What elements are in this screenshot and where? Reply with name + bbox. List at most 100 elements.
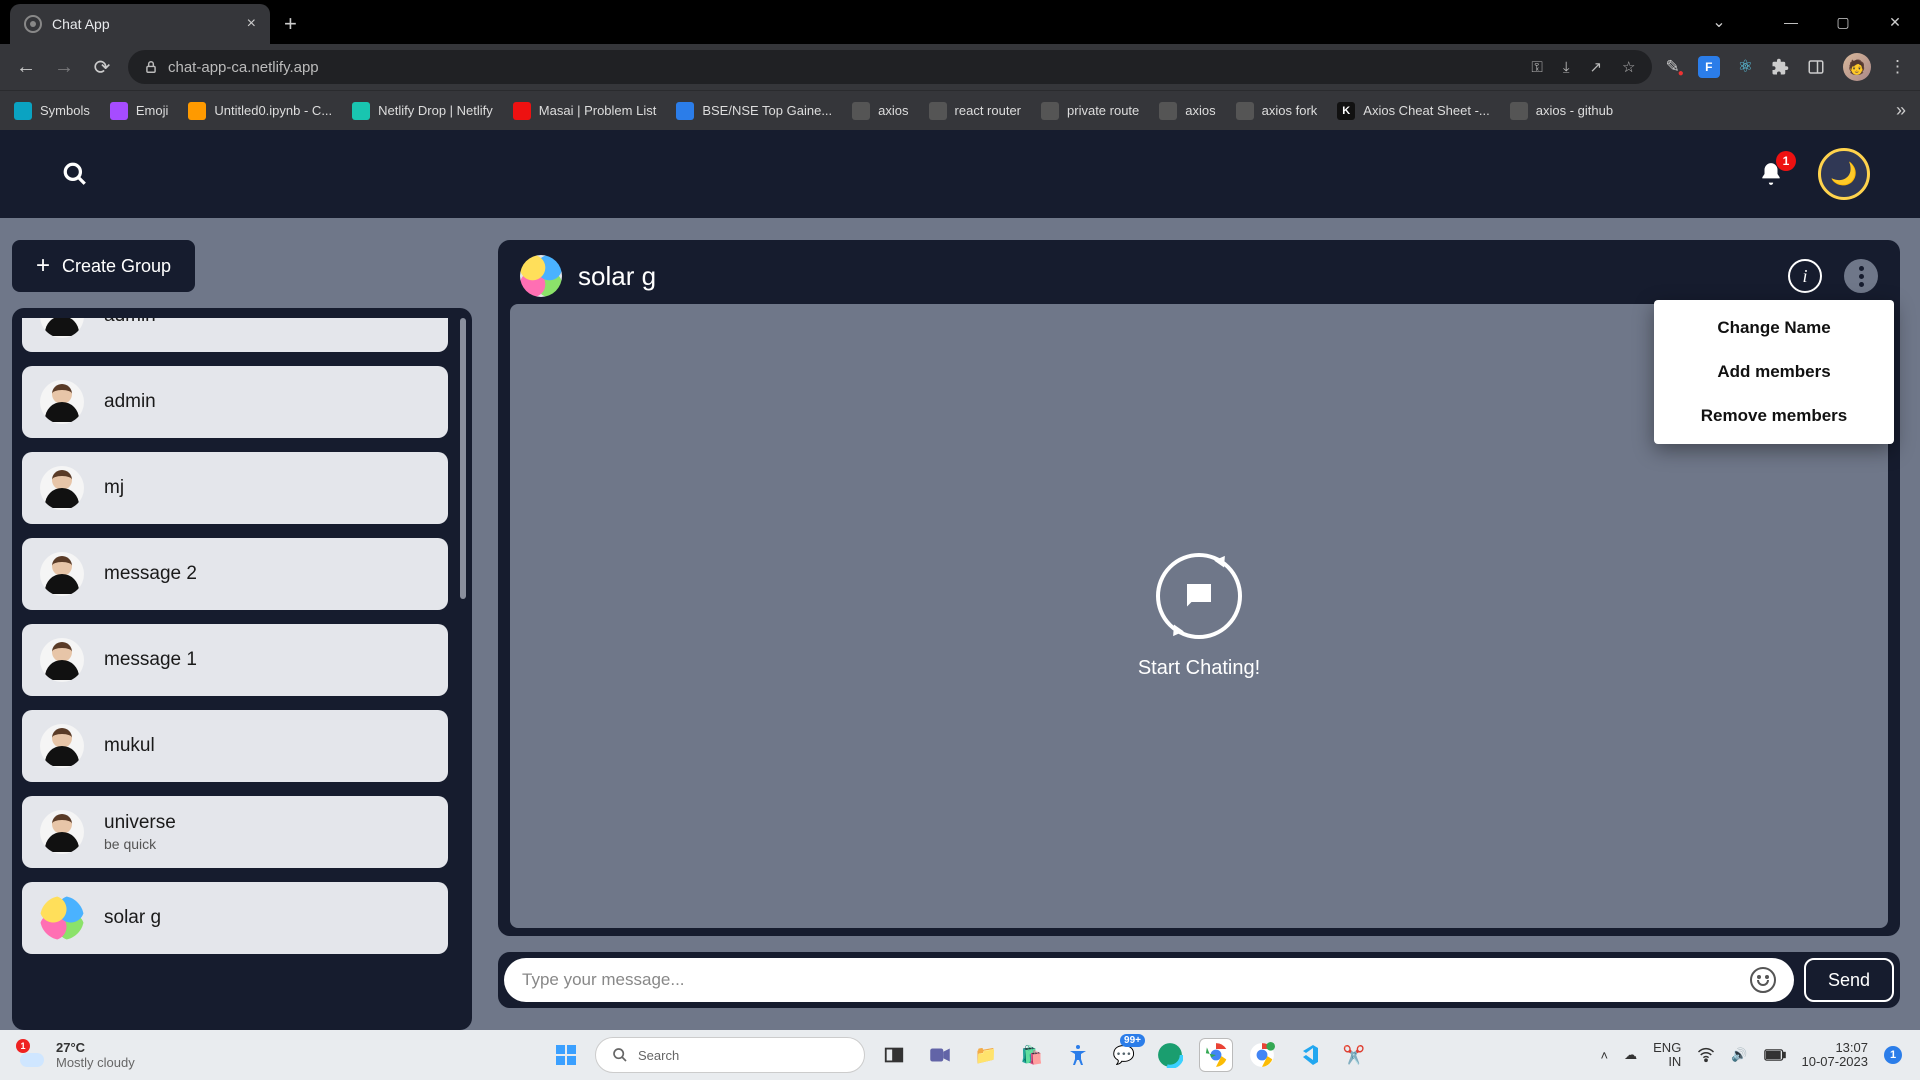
start-chat-icon [1156, 553, 1242, 639]
weather-widget[interactable]: 1 27°C Mostly cloudy [18, 1040, 135, 1070]
tab-title: Chat App [52, 16, 110, 32]
wifi-icon[interactable] [1697, 1046, 1715, 1064]
bookmark-item[interactable]: axios - github [1510, 102, 1613, 120]
chat-icon[interactable]: 💬99+ [1107, 1038, 1141, 1072]
app-body: + Create Group admin admin mj message 2 mess… [0, 218, 1920, 1030]
chrome-icon[interactable] [1199, 1038, 1233, 1072]
side-panel-icon[interactable] [1807, 58, 1825, 76]
conversation-item[interactable]: message 2 [22, 538, 448, 610]
bookmark-item[interactable]: axios [852, 102, 908, 120]
start-button[interactable] [549, 1038, 583, 1072]
task-view-icon[interactable] [877, 1038, 911, 1072]
onedrive-icon[interactable]: ☁ [1624, 1047, 1637, 1063]
taskbar-search[interactable]: Search [595, 1037, 865, 1073]
key-icon[interactable]: ⚿ [1531, 59, 1542, 76]
bookmark-item[interactable]: Emoji [110, 102, 169, 120]
battery-icon[interactable] [1764, 1048, 1786, 1062]
bookmark-label: Untitled0.ipynb - C... [214, 103, 332, 118]
chat-info-button[interactable]: i [1788, 259, 1822, 293]
bookmark-item[interactable]: Netlify Drop | Netlify [352, 102, 493, 120]
teams-icon[interactable] [923, 1038, 957, 1072]
lock-icon [144, 60, 158, 74]
menu-remove-members[interactable]: Remove members [1654, 394, 1894, 438]
bookmark-item[interactable]: KAxios Cheat Sheet -... [1337, 102, 1489, 120]
windows-taskbar: 1 27°C Mostly cloudy Search 📁 🛍️ 💬99+ [0, 1030, 1920, 1080]
profile-avatar[interactable]: 🧑 [1843, 53, 1871, 81]
bookmark-item[interactable]: Masai | Problem List [513, 102, 657, 120]
message-input[interactable]: Type your message... [504, 958, 1794, 1002]
tab-overflow-icon[interactable]: ⌄ [1694, 4, 1744, 40]
chat-more-button[interactable] [1844, 259, 1878, 293]
conversation-avatar [40, 552, 84, 596]
search-button[interactable] [60, 159, 90, 189]
clock[interactable]: 13:07 10-07-2023 [1802, 1041, 1869, 1070]
send-button[interactable]: Send [1804, 958, 1894, 1002]
bookmark-item[interactable]: Untitled0.ipynb - C... [188, 102, 332, 120]
extension-f-icon[interactable]: F [1698, 56, 1720, 78]
accessibility-icon[interactable] [1061, 1038, 1095, 1072]
maximize-button[interactable]: ▢ [1818, 4, 1868, 40]
bookmark-label: axios fork [1262, 103, 1318, 118]
minimize-button[interactable]: — [1766, 4, 1816, 40]
tray-expand-icon[interactable]: ˄ [1601, 1048, 1609, 1063]
weather-icon: 1 [18, 1041, 46, 1069]
bookmark-item[interactable]: axios [1159, 102, 1215, 120]
close-window-button[interactable]: ✕ [1870, 4, 1920, 40]
ms-store-icon[interactable]: 🛍️ [1015, 1038, 1049, 1072]
forward-button[interactable]: → [52, 56, 76, 79]
conversation-name: mj [104, 477, 124, 499]
conversation-item[interactable]: admin [22, 318, 448, 352]
browser-tab[interactable]: Chat App × [10, 4, 270, 44]
bookmark-star-icon[interactable]: ☆ [1622, 58, 1635, 76]
conversation-item[interactable]: admin [22, 366, 448, 438]
snipping-tool-icon[interactable]: ✂️ [1337, 1038, 1371, 1072]
language-indicator[interactable]: ENG IN [1653, 1041, 1681, 1070]
conversation-item[interactable]: mj [22, 452, 448, 524]
close-tab-icon[interactable]: × [247, 15, 256, 33]
address-bar[interactable]: chat-app-ca.netlify.app ⚿ ⤓ ↗ ☆ [128, 50, 1652, 84]
pen-icon[interactable]: ✎● [1666, 57, 1680, 77]
vscode-icon[interactable] [1291, 1038, 1325, 1072]
notification-center-icon[interactable]: 1 [1884, 1046, 1902, 1064]
bookmarks-overflow-icon[interactable]: » [1896, 100, 1906, 121]
menu-change-name[interactable]: Change Name [1654, 306, 1894, 350]
conversation-subtitle: be quick [104, 836, 176, 852]
edge-icon[interactable] [1153, 1038, 1187, 1072]
extension-react-icon[interactable]: ⚛ [1738, 57, 1753, 77]
bookmark-item[interactable]: private route [1041, 102, 1139, 120]
system-tray: ˄ ☁ ENG IN 🔊 13:07 10-07-2023 1 [1601, 1041, 1902, 1070]
conversation-item[interactable]: message 1 [22, 624, 448, 696]
emoji-picker-button[interactable] [1750, 967, 1776, 993]
user-avatar[interactable]: 🌙 [1818, 148, 1870, 200]
bookmark-label: Masai | Problem List [539, 103, 657, 118]
chrome-menu-button[interactable]: ⋮ [1889, 57, 1906, 77]
chrome-alt-icon[interactable] [1245, 1038, 1279, 1072]
bookmark-item[interactable]: Symbols [14, 102, 90, 120]
bookmark-favicon [352, 102, 370, 120]
notifications-button[interactable]: 1 [1758, 161, 1784, 187]
weather-alert-badge: 1 [16, 1039, 30, 1053]
install-app-icon[interactable]: ⤓ [1563, 59, 1570, 76]
file-explorer-icon[interactable]: 📁 [969, 1038, 1003, 1072]
reload-button[interactable]: ⟳ [90, 55, 114, 80]
bookmark-label: Axios Cheat Sheet -... [1363, 103, 1489, 118]
time-text: 13:07 [1802, 1041, 1869, 1055]
chat-panel: solar g i Start Chating! Change [498, 240, 1900, 1030]
bookmark-item[interactable]: axios fork [1236, 102, 1318, 120]
conversation-item[interactable]: universebe quick [22, 796, 448, 868]
back-button[interactable]: ← [14, 56, 38, 79]
bookmark-item[interactable]: react router [929, 102, 1021, 120]
conversation-item[interactable]: solar g [22, 882, 448, 954]
conversation-scrollbar[interactable] [460, 318, 466, 1020]
conversation-list-container: admin admin mj message 2 message 1 mukul unive… [12, 308, 472, 1030]
menu-add-members[interactable]: Add members [1654, 350, 1894, 394]
chat-header-actions: i [1788, 259, 1878, 293]
chat-container: solar g i Start Chating! Change [498, 240, 1900, 936]
share-icon[interactable]: ↗ [1589, 58, 1602, 76]
volume-icon[interactable]: 🔊 [1731, 1047, 1747, 1063]
create-group-button[interactable]: + Create Group [12, 240, 195, 292]
new-tab-button[interactable]: + [270, 4, 311, 44]
bookmark-item[interactable]: BSE/NSE Top Gaine... [676, 102, 832, 120]
conversation-item[interactable]: mukul [22, 710, 448, 782]
extensions-button[interactable] [1771, 58, 1789, 76]
